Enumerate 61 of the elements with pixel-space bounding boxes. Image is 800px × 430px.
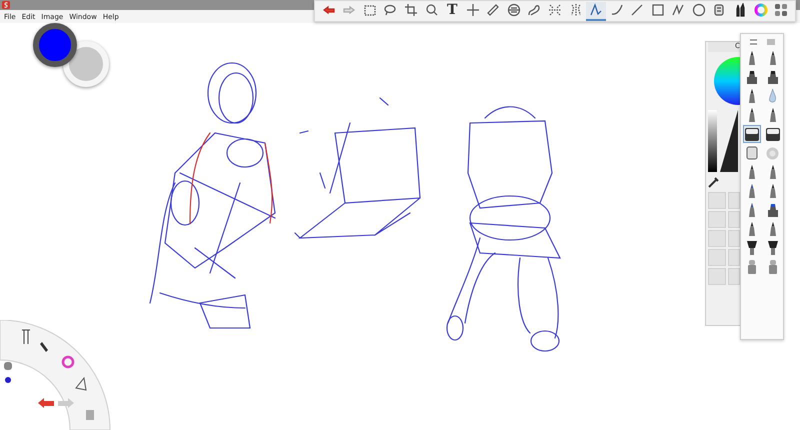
layer-dot-icon[interactable]	[5, 377, 11, 383]
undo-arrow-icon	[322, 3, 336, 17]
pen-brush-icon	[748, 222, 756, 236]
brightness-ramp-drawing	[708, 110, 738, 172]
brush-tool[interactable]	[742, 125, 760, 143]
ellipse-guide-icon	[506, 3, 521, 17]
brush-settings-icon[interactable]	[747, 37, 777, 47]
brush-icon[interactable]	[40, 342, 48, 352]
empty-swatch[interactable]	[708, 192, 726, 209]
pen-brush-icon	[748, 164, 756, 180]
empty-swatch[interactable]	[708, 268, 726, 285]
lasso-icon	[383, 3, 398, 17]
french-curve-icon	[527, 3, 542, 17]
paintbrush-icon	[766, 240, 778, 256]
pen-brush-icon	[748, 88, 756, 104]
text-tool[interactable]: T	[442, 2, 462, 20]
symmetry-icon	[568, 3, 583, 17]
airbrush-icon	[746, 260, 756, 274]
crop-icon	[404, 3, 418, 17]
stroke-icon	[589, 3, 604, 17]
redo-arrow-icon	[342, 3, 356, 17]
color-puck[interactable]	[33, 23, 77, 67]
polyline-icon	[671, 3, 686, 17]
empty-swatch[interactable]	[708, 249, 726, 266]
pen-brush-icon	[768, 108, 776, 122]
selection-icon	[362, 3, 377, 17]
pen-brush-icon	[748, 50, 756, 66]
pen-brush-icon	[748, 184, 756, 198]
pen-brush-icon	[768, 184, 776, 198]
empty-swatch[interactable]	[708, 230, 726, 247]
pen-brush-icon	[768, 50, 776, 66]
color-wheel-icon[interactable]	[62, 356, 74, 368]
eyedropper-icon[interactable]	[708, 176, 720, 188]
empty-swatch[interactable]	[728, 211, 740, 228]
undo-arrow-icon[interactable]	[38, 398, 54, 408]
empty-swatch[interactable]	[728, 230, 740, 247]
marker-brush-icon	[766, 70, 778, 84]
rectangle-icon	[650, 3, 665, 17]
line-icon	[630, 3, 644, 17]
color-wheel-icon	[754, 3, 768, 17]
ellipse-icon	[692, 3, 706, 17]
smudge-icon	[766, 146, 779, 160]
droplet-icon	[768, 89, 777, 103]
pen-brush-icon	[768, 164, 776, 180]
swatches-icon	[774, 3, 788, 17]
magnifier-icon	[424, 3, 439, 17]
curve-line-icon	[610, 3, 624, 17]
symmetry-icon	[548, 3, 562, 17]
pen-brush-icon	[768, 222, 776, 236]
pen-brush-icon	[748, 108, 756, 122]
airbrush-icon	[768, 260, 778, 274]
marker-brush-icon	[746, 70, 758, 84]
empty-swatch[interactable]	[728, 192, 740, 209]
move-icon	[466, 3, 480, 17]
empty-swatch[interactable]	[728, 268, 740, 285]
marker-brush-icon	[766, 202, 778, 218]
pen-brush-icon	[748, 202, 756, 218]
empty-swatch[interactable]	[728, 249, 740, 266]
brush-tool[interactable]	[764, 125, 782, 143]
paintbrush-icon	[746, 240, 758, 256]
empty-swatch[interactable]	[708, 211, 726, 228]
